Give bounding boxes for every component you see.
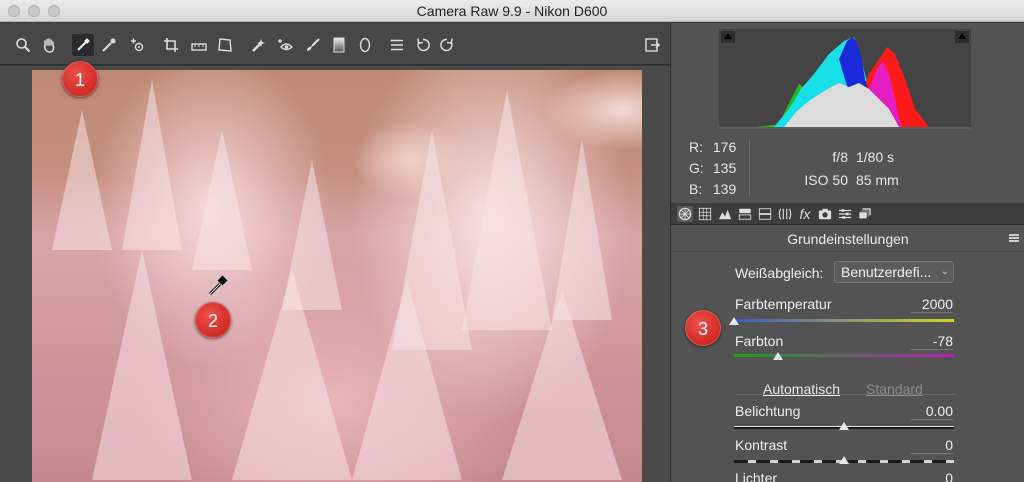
tab-hsl-icon[interactable] [737,206,753,222]
white-balance-label: Weißabgleich: [735,265,824,281]
section-title-text: Grundeinstellungen [787,231,909,247]
temperature-thumb[interactable] [729,317,739,325]
crop-icon[interactable] [160,34,182,56]
panel-menu-icon[interactable] [1009,234,1019,242]
white-balance-icon[interactable] [72,34,94,56]
focal-length-value: 85 mm [856,172,899,188]
tab-tone-curve-icon[interactable] [697,206,713,222]
iso-value: ISO 50 [804,172,848,188]
rotate-cw-icon[interactable] [436,34,458,56]
aperture-value: f/8 [832,149,848,165]
red-eye-icon[interactable] [274,34,296,56]
temperature-value[interactable]: 2000 [911,296,953,313]
white-balance-value: Benutzerdefi... [841,264,932,280]
b-value: 139 [712,181,737,197]
default-link[interactable]: Standard [866,381,923,397]
tint-label: Farbton [735,333,784,349]
highlights-label: Lichter [735,470,778,482]
tab-presets-icon[interactable] [837,206,853,222]
tab-lens-corrections-icon[interactable] [777,206,793,222]
color-sampler-icon[interactable] [98,34,120,56]
preview-canvas[interactable] [0,66,670,482]
spot-removal-icon[interactable] [248,34,270,56]
annotation-badge-2: 2 [195,302,231,338]
zoom-icon[interactable] [12,34,34,56]
tab-camera-calibration-icon[interactable] [817,206,833,222]
targeted-adjustment-icon[interactable] [126,34,148,56]
annotation-badge-1: 1 [62,61,98,97]
preferences-icon[interactable] [386,34,408,56]
contrast-value[interactable]: 0 [911,437,953,454]
close-window-button[interactable] [8,5,20,17]
g-value: 135 [712,160,737,176]
auto-link[interactable]: Automatisch [763,381,840,397]
image-info-readout: R: 176 G: 135 B: 139 f/8 1/80 s ISO 50 85 … [671,135,1024,201]
window-title: Camera Raw 9.9 - Nikon D600 [416,3,608,19]
tab-split-toning-icon[interactable] [757,206,773,222]
white-balance-select[interactable]: Benutzerdefi... ⌄ [834,261,954,283]
panel-tabs: fx [671,203,1024,225]
chevron-down-icon: ⌄ [940,266,949,277]
r-value: 176 [712,139,737,155]
b-label: B: [689,181,703,197]
section-title: Grundeinstellungen [671,226,1024,252]
contrast-thumb[interactable] [839,456,849,464]
window-title-bar: Camera Raw 9.9 - Nikon D600 [0,0,1024,22]
tab-snapshots-icon[interactable] [857,206,873,222]
transform-icon[interactable] [214,34,236,56]
minimize-window-button[interactable] [28,5,40,17]
tint-thumb[interactable] [773,352,783,360]
adjustment-panel: R: 176 G: 135 B: 139 f/8 1/80 s ISO 50 85 … [670,23,1024,482]
tab-detail-icon[interactable] [717,206,733,222]
toggle-fullscreen-icon[interactable] [641,34,663,56]
temperature-label: Farbtemperatur [735,296,832,312]
straighten-icon[interactable] [188,34,210,56]
hand-icon[interactable] [38,34,60,56]
graduated-filter-icon[interactable] [328,34,350,56]
contrast-label: Kontrast [735,437,788,453]
shadow-clipping-toggle[interactable] [721,31,735,43]
exposure-label: Belichtung [735,403,801,419]
temperature-track[interactable] [734,319,954,322]
annotation-badge-3: 3 [685,310,721,346]
g-label: G: [689,160,704,176]
readout-separator [749,139,750,197]
tab-effects-icon[interactable]: fx [797,206,813,222]
exposure-value[interactable]: 0.00 [911,403,953,420]
radial-filter-icon[interactable] [354,34,376,56]
tool-bar [0,23,670,65]
highlights-value[interactable]: 0 [911,470,953,482]
exposure-thumb[interactable] [839,422,849,430]
tint-track[interactable] [734,354,954,357]
photo-preview[interactable] [32,70,642,482]
histogram [719,29,971,129]
rotate-ccw-icon[interactable] [412,34,434,56]
shutter-value: 1/80 s [856,149,895,165]
r-label: R: [689,139,703,155]
tab-basic-icon[interactable] [677,206,693,222]
adjustment-brush-icon[interactable] [302,34,324,56]
highlight-clipping-toggle[interactable] [955,31,969,43]
zoom-window-button[interactable] [48,5,60,17]
tint-value[interactable]: -78 [911,333,953,350]
eyedropper-cursor-icon [208,275,228,296]
